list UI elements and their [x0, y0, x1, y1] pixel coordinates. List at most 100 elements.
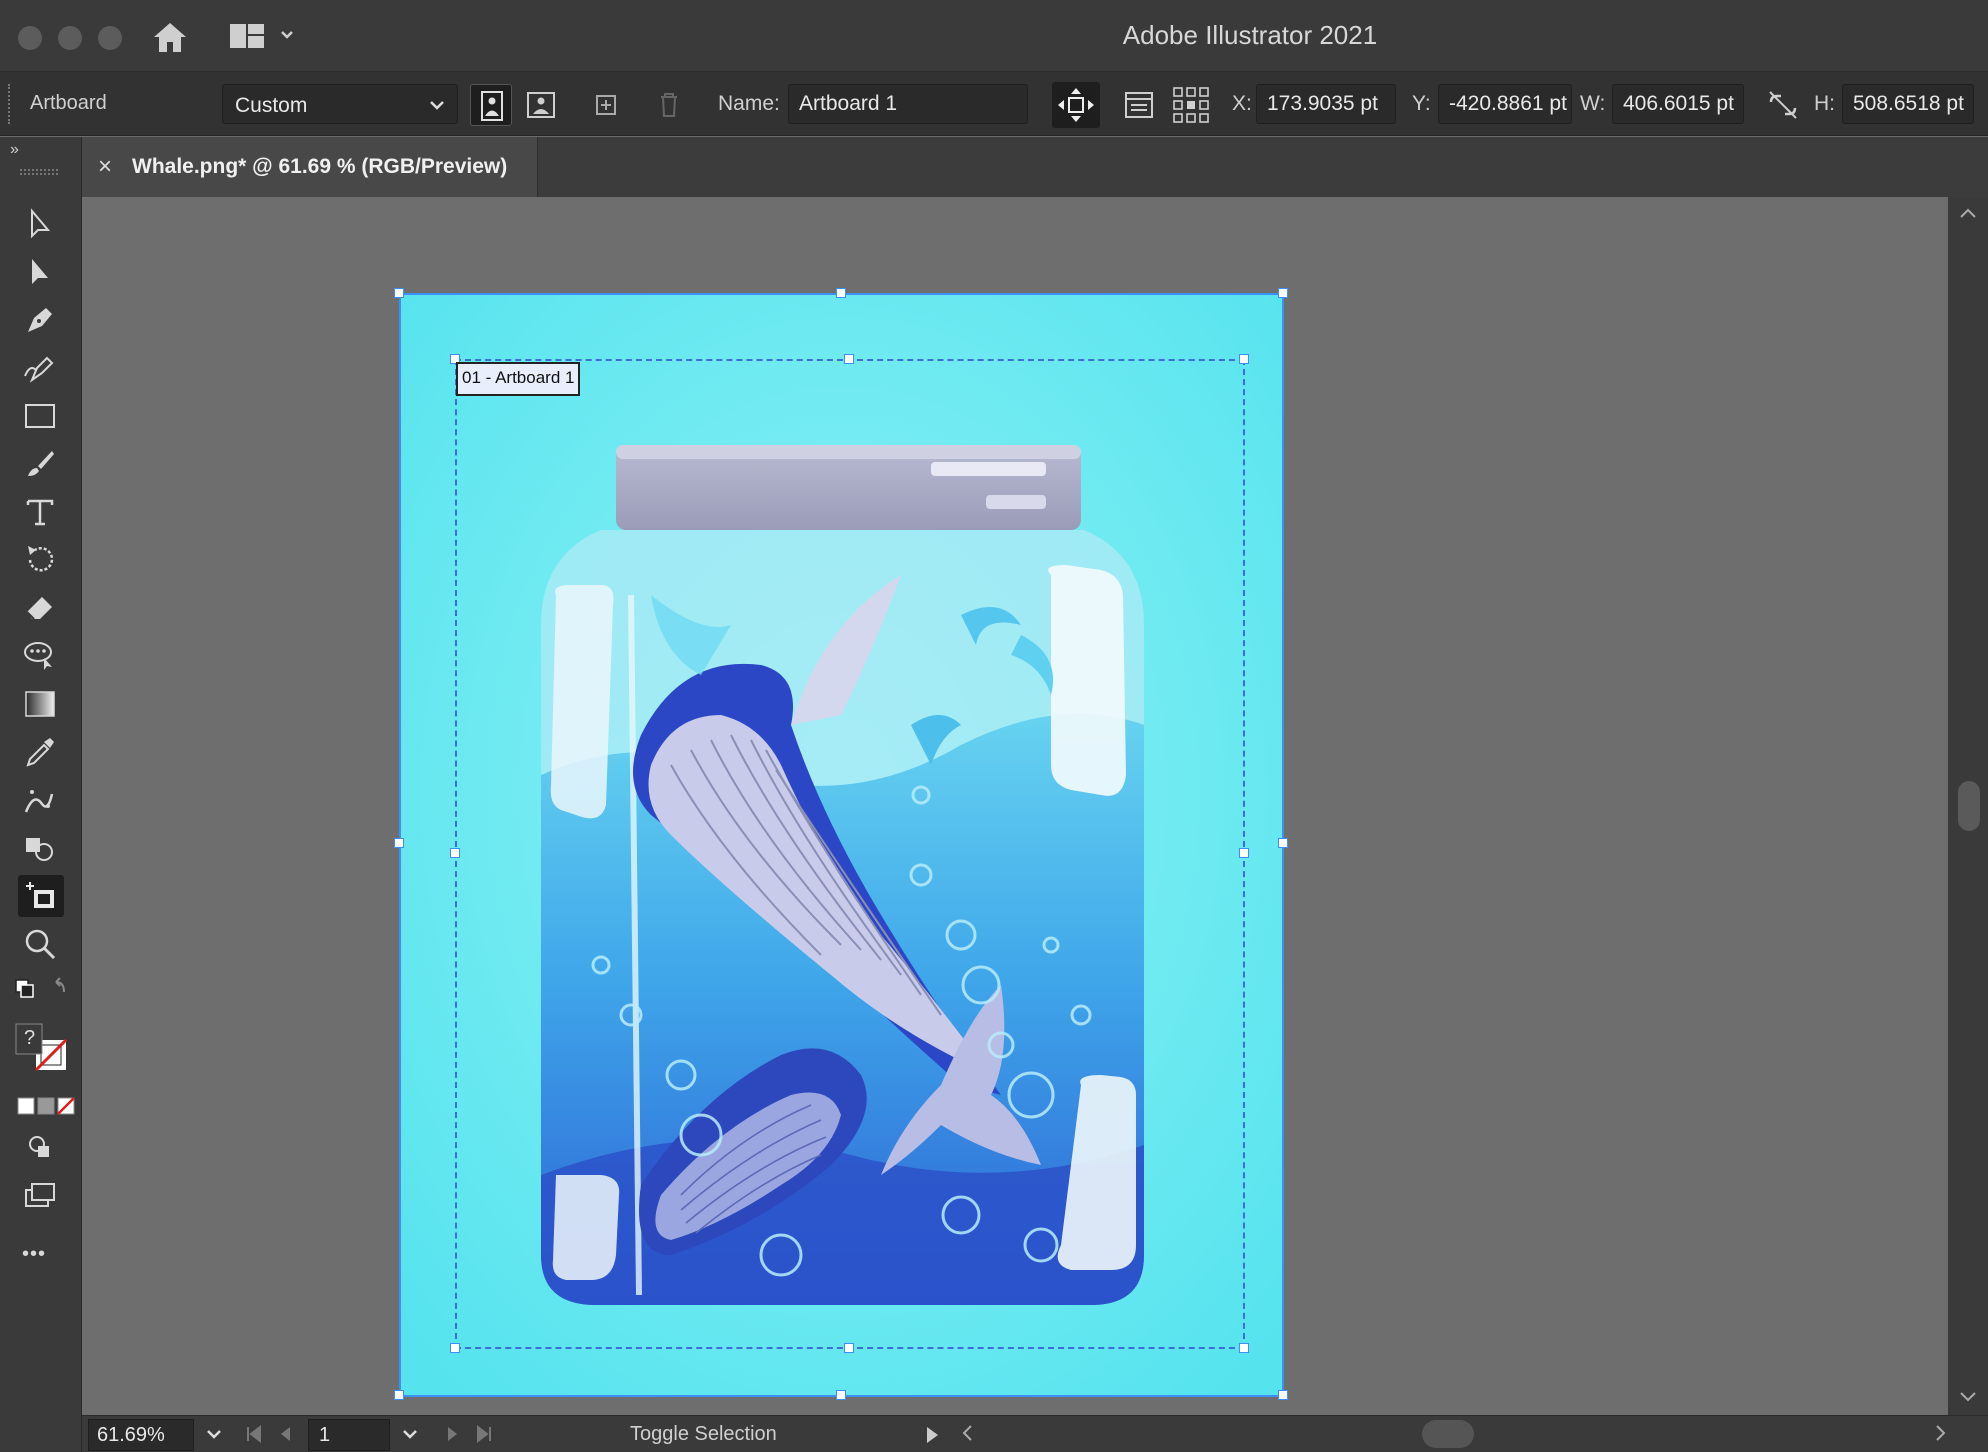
- edit-handle-bl[interactable]: [450, 1343, 460, 1353]
- artboard-handle-bl[interactable]: [394, 1390, 404, 1400]
- zoom-tool[interactable]: [18, 923, 64, 965]
- artboard-number-field[interactable]: 1: [308, 1419, 390, 1451]
- artboard-handle-bc[interactable]: [836, 1390, 846, 1400]
- scroll-right-icon[interactable]: [1930, 1422, 1950, 1444]
- artboard-edit-bounds[interactable]: [455, 359, 1245, 1349]
- artboard-dropdown-icon[interactable]: [398, 1422, 422, 1446]
- artboard-handle-tr[interactable]: [1278, 288, 1288, 298]
- rectangle-icon: [25, 404, 55, 428]
- paintbrush-tool[interactable]: [18, 443, 64, 485]
- document-tab-strip: × Whale.png* @ 61.69 % (RGB/Preview): [82, 137, 1988, 197]
- edit-handle-mr[interactable]: [1239, 848, 1249, 858]
- landscape-icon: [527, 92, 555, 118]
- control-bar-grip[interactable]: [8, 84, 12, 124]
- artboard-name-label[interactable]: 01 - Artboard 1: [456, 362, 581, 396]
- new-artboard-button[interactable]: [585, 84, 627, 126]
- shape-builder-icon: [26, 838, 53, 861]
- reference-point-button[interactable]: [1170, 84, 1212, 126]
- default-fill-stroke-button[interactable]: [8, 971, 65, 1013]
- symbol-sprayer-tool[interactable]: [18, 779, 64, 821]
- eraser-tool[interactable]: [18, 587, 64, 629]
- tools-panel: » ? •••: [0, 137, 82, 1452]
- edit-handle-tr[interactable]: [1239, 354, 1249, 364]
- trash-icon: [661, 93, 677, 117]
- y-label: Y:: [1412, 92, 1431, 115]
- move-arrows-icon: [1058, 88, 1094, 122]
- zoom-dropdown-icon[interactable]: [202, 1422, 226, 1446]
- zoom-level-field[interactable]: 61.69%: [88, 1419, 194, 1451]
- edit-handle-br[interactable]: [1239, 1343, 1249, 1353]
- y-position-input[interactable]: [1438, 84, 1572, 124]
- status-menu-icon[interactable]: [922, 1424, 942, 1446]
- unlink-icon: [1769, 91, 1797, 119]
- landscape-orientation-button[interactable]: [520, 84, 562, 126]
- artboard-handle-tl[interactable]: [394, 288, 404, 298]
- artboard-handle-mr[interactable]: [1278, 838, 1288, 848]
- control-mode-label: Artboard: [30, 92, 107, 114]
- width-input[interactable]: [1612, 84, 1744, 124]
- move-artwork-with-artboard-button[interactable]: [1052, 82, 1100, 128]
- previous-artboard-icon[interactable]: [274, 1422, 298, 1446]
- edit-handle-ml[interactable]: [450, 848, 460, 858]
- gradient-icon: [25, 691, 55, 717]
- artboard-handle-ml[interactable]: [394, 838, 404, 848]
- delete-artboard-button[interactable]: [648, 84, 690, 126]
- unknown-fill-indicator: ?: [24, 1027, 36, 1049]
- illustrator-window: Adobe Illustrator 2021 Artboard Custom N…: [0, 0, 1988, 1452]
- horizontal-scroll-thumb[interactable]: [1422, 1420, 1474, 1448]
- document-tab[interactable]: × Whale.png* @ 61.69 % (RGB/Preview): [82, 137, 538, 197]
- puppet-warp-tool[interactable]: [18, 635, 64, 677]
- scroll-left-icon[interactable]: [958, 1422, 978, 1444]
- scroll-down-icon[interactable]: [1958, 1389, 1978, 1405]
- close-tab-button[interactable]: ×: [98, 153, 112, 181]
- artboard-name-input[interactable]: [788, 84, 1028, 124]
- collapse-toolbar-button[interactable]: »: [10, 141, 19, 159]
- scroll-up-icon[interactable]: [1958, 205, 1978, 221]
- next-artboard-icon[interactable]: [440, 1422, 464, 1446]
- toolbar-grip[interactable]: [20, 169, 58, 175]
- artboard-handle-tc[interactable]: [836, 288, 846, 298]
- curvature-tool[interactable]: [18, 347, 64, 389]
- x-position-input[interactable]: [1256, 84, 1396, 124]
- pen-tool[interactable]: [18, 299, 64, 341]
- artboard-tool[interactable]: [18, 875, 64, 917]
- title-bar: Adobe Illustrator 2021: [0, 0, 1988, 72]
- preset-value: Custom: [235, 94, 308, 117]
- vertical-scrollbar[interactable]: [1948, 197, 1988, 1415]
- magnifier-icon: [25, 929, 56, 960]
- first-artboard-icon[interactable]: [242, 1422, 266, 1446]
- type-tool[interactable]: [18, 491, 64, 533]
- gradient-tool[interactable]: [18, 683, 64, 725]
- edit-handle-bc[interactable]: [844, 1343, 854, 1353]
- eraser-icon: [26, 597, 52, 620]
- artboard-preset-select[interactable]: Custom: [222, 84, 458, 124]
- rotate-tool[interactable]: [18, 539, 64, 581]
- selection-arrow-icon: [31, 208, 51, 239]
- rectangle-tool[interactable]: [18, 395, 64, 437]
- pen-icon: [28, 308, 52, 332]
- last-artboard-icon[interactable]: [472, 1422, 496, 1446]
- portrait-orientation-button[interactable]: [470, 84, 512, 126]
- vertical-scroll-thumb[interactable]: [1958, 781, 1980, 831]
- eyedropper-tool[interactable]: [18, 731, 64, 773]
- more-icon: •••: [22, 1243, 47, 1265]
- status-info-text: Toggle Selection: [630, 1423, 777, 1445]
- screen-mode-button[interactable]: [18, 1175, 64, 1217]
- artboard-handle-br[interactable]: [1278, 1390, 1288, 1400]
- height-input[interactable]: [1842, 84, 1974, 124]
- selection-tool[interactable]: [18, 203, 64, 245]
- constrain-proportions-button[interactable]: [1762, 84, 1804, 126]
- shape-builder-tool[interactable]: [18, 827, 64, 869]
- h-label: H:: [1814, 92, 1835, 115]
- edit-toolbar-button[interactable]: •••: [18, 1237, 64, 1279]
- drawing-mode-button[interactable]: [18, 1127, 64, 1169]
- control-bar: Artboard Custom Name: Artboard 1 X: 173.…: [0, 72, 1988, 136]
- fill-stroke-swatches[interactable]: ?: [8, 1017, 72, 1081]
- artboard-options-button[interactable]: [1118, 84, 1160, 126]
- edit-handle-tc[interactable]: [844, 354, 854, 364]
- eyedropper-icon: [26, 738, 54, 767]
- reference-point-icon: [1173, 87, 1209, 123]
- direct-selection-tool[interactable]: [18, 251, 64, 293]
- color-mode-buttons[interactable]: [8, 1087, 75, 1117]
- document-tab-title: Whale.png* @ 61.69 % (RGB/Preview): [132, 155, 508, 178]
